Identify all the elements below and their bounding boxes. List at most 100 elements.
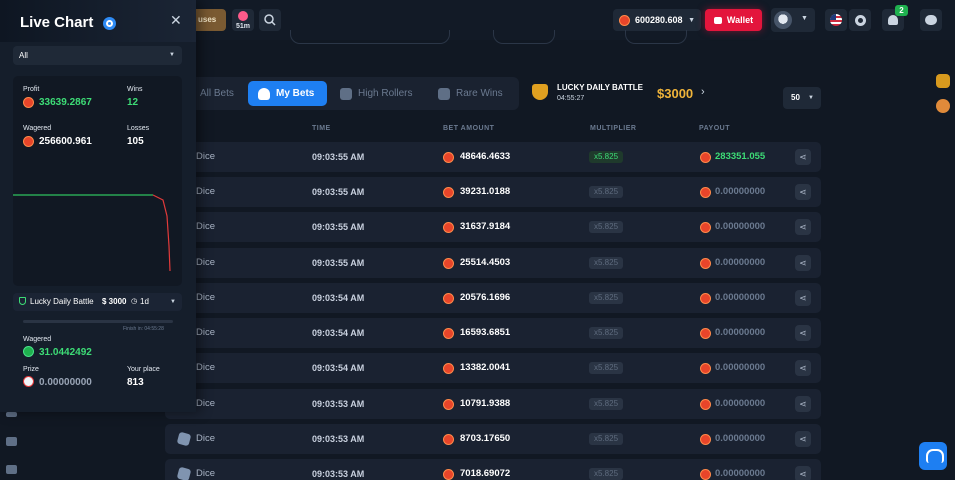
battle-title: LUCKY DAILY BATTLE [557, 83, 643, 92]
cube-icon[interactable] [6, 465, 17, 474]
battle-period: 1d [140, 297, 149, 306]
coin-icon [443, 363, 454, 374]
game-control [290, 30, 450, 44]
share-button[interactable]: ⋖ [795, 290, 811, 306]
menu-icon[interactable] [6, 412, 17, 417]
battle-progress [23, 320, 173, 323]
share-button[interactable]: ⋖ [795, 360, 811, 376]
payout-amount: 0.00000000 [715, 398, 766, 409]
profit-label: Profit [23, 86, 40, 93]
table-row[interactable]: Dice 09:03:54 AM 13382.0041 x5.825 0.000… [165, 353, 821, 383]
tab-rare-wins[interactable]: Rare Wins [428, 81, 513, 106]
table-row[interactable]: Dice 09:03:53 AM 8703.17650 x5.825 0.000… [165, 424, 821, 454]
network-icon[interactable] [6, 437, 17, 446]
wagered-label: Wagered [23, 125, 52, 132]
coin-icon [700, 152, 711, 163]
verified-icon [103, 17, 116, 30]
share-button[interactable]: ⋖ [795, 255, 811, 271]
bet-time: 09:03:54 AM [312, 328, 365, 338]
profit-line-negative [152, 194, 171, 272]
dollar-coin-icon [23, 346, 34, 357]
tab-label: All Bets [200, 88, 234, 99]
table-row[interactable]: Dice 09:03:53 AM 7018.69072 x5.825 0.000… [165, 459, 821, 480]
share-button[interactable]: ⋖ [795, 466, 811, 480]
game-name: Dice [196, 362, 216, 373]
losses-label: Losses [127, 125, 150, 132]
search-button[interactable] [259, 9, 281, 31]
payout-amount: 0.00000000 [715, 433, 766, 444]
wallet-button[interactable]: Wallet [705, 9, 762, 31]
wins-value: 12 [127, 97, 139, 108]
stats-card: Profit 33639.2867 Wins 12 Wagered 256600… [13, 76, 182, 286]
coin-icon [443, 399, 454, 410]
share-button[interactable]: ⋖ [795, 396, 811, 412]
flag-uk-icon [830, 14, 842, 26]
game-name: Dice [196, 327, 216, 338]
share-button[interactable]: ⋖ [795, 325, 811, 341]
chevron-right-icon: › [701, 86, 705, 98]
battle-name: Lucky Daily Battle [30, 297, 94, 306]
bet-time: 09:03:55 AM [312, 152, 365, 162]
bet-amount: 48646.4633 [460, 151, 511, 162]
bet-amount: 39231.0188 [460, 186, 511, 197]
share-button[interactable]: ⋖ [795, 149, 811, 165]
coin-icon [443, 152, 454, 163]
table-row[interactable]: Dice 09:03:53 AM 10791.9388 x5.825 0.000… [165, 389, 821, 419]
profit-chart [13, 194, 171, 272]
filter-value: All [19, 51, 28, 60]
table-row[interactable]: Dice 09:03:55 AM 39231.0188 x5.825 0.000… [165, 177, 821, 207]
language-button[interactable] [825, 9, 847, 31]
page-size-select[interactable]: 50 ▼ [783, 87, 821, 109]
settings-button[interactable] [849, 9, 871, 31]
chat-icon [925, 15, 937, 25]
balance-selector[interactable]: 600280.608 ▼ [613, 9, 701, 31]
bet-amount: 20576.1696 [460, 292, 511, 303]
share-button[interactable]: ⋖ [795, 431, 811, 447]
game-name: Dice [196, 151, 216, 162]
coin-icon [443, 293, 454, 304]
payout-amount: 0.00000000 [715, 186, 766, 197]
table-row[interactable]: Dice 09:03:55 AM 25514.4503 x5.825 0.000… [165, 248, 821, 278]
losses-value: 105 [127, 136, 144, 147]
panel-title: Live Chart [20, 14, 94, 31]
close-icon[interactable]: ✕ [170, 12, 182, 29]
user-menu[interactable]: ▼ [771, 8, 815, 32]
game-control [625, 30, 687, 44]
multiplier-badge: x5.825 [589, 433, 624, 445]
multiplier-badge: x5.825 [589, 257, 624, 269]
bet-amount: 13382.0041 [460, 362, 511, 373]
table-row[interactable]: Dice 09:03:55 AM 48646.4633 x5.825 28335… [165, 142, 821, 172]
share-button[interactable]: ⋖ [795, 184, 811, 200]
bet-amount: 16593.6851 [460, 327, 511, 338]
coin-icon [443, 187, 454, 198]
coin-icon [443, 222, 454, 233]
bet-amount: 8703.17650 [460, 433, 511, 444]
search-icon [264, 14, 276, 26]
trophy-icon [19, 297, 26, 305]
tab-high-rollers[interactable]: High Rollers [330, 81, 424, 106]
battle-selector[interactable]: Lucky Daily Battle $ 3000 ◷ 1d ▼ [13, 293, 182, 311]
tab-my-bets[interactable]: My Bets [248, 81, 327, 106]
coin-icon [700, 363, 711, 374]
tab-all-bets[interactable]: All Bets [190, 81, 248, 106]
chevron-down-icon: ▼ [169, 52, 175, 58]
daily-battle-banner[interactable]: LUCKY DAILY BATTLE 04:55:27 $3000 › [528, 80, 718, 108]
share-button[interactable]: ⋖ [795, 219, 811, 235]
rewards-icon[interactable] [936, 99, 950, 113]
prize-value: 0.00000000 [39, 377, 92, 388]
support-chat-button[interactable] [919, 442, 947, 470]
chat-button[interactable] [920, 9, 942, 31]
game-name: Dice [196, 221, 216, 232]
payout-amount: 0.00000000 [715, 257, 766, 268]
game-filter-select[interactable]: All ▼ [13, 46, 182, 65]
table-row[interactable]: Dice 09:03:54 AM 20576.1696 x5.825 0.000… [165, 283, 821, 313]
coin-icon [443, 258, 454, 269]
table-row[interactable]: Dice 09:03:54 AM 16593.6851 x5.825 0.000… [165, 318, 821, 348]
medal-icon [438, 87, 450, 100]
wins-label: Wins [127, 86, 143, 93]
table-row[interactable]: Dice 09:03:55 AM 31637.9184 x5.825 0.000… [165, 212, 821, 242]
column-header-payout: PAYOUT [699, 125, 731, 132]
chevron-down-icon: ▼ [808, 95, 814, 101]
trophy-icon[interactable] [936, 74, 950, 88]
notification-badge: 2 [895, 5, 908, 16]
